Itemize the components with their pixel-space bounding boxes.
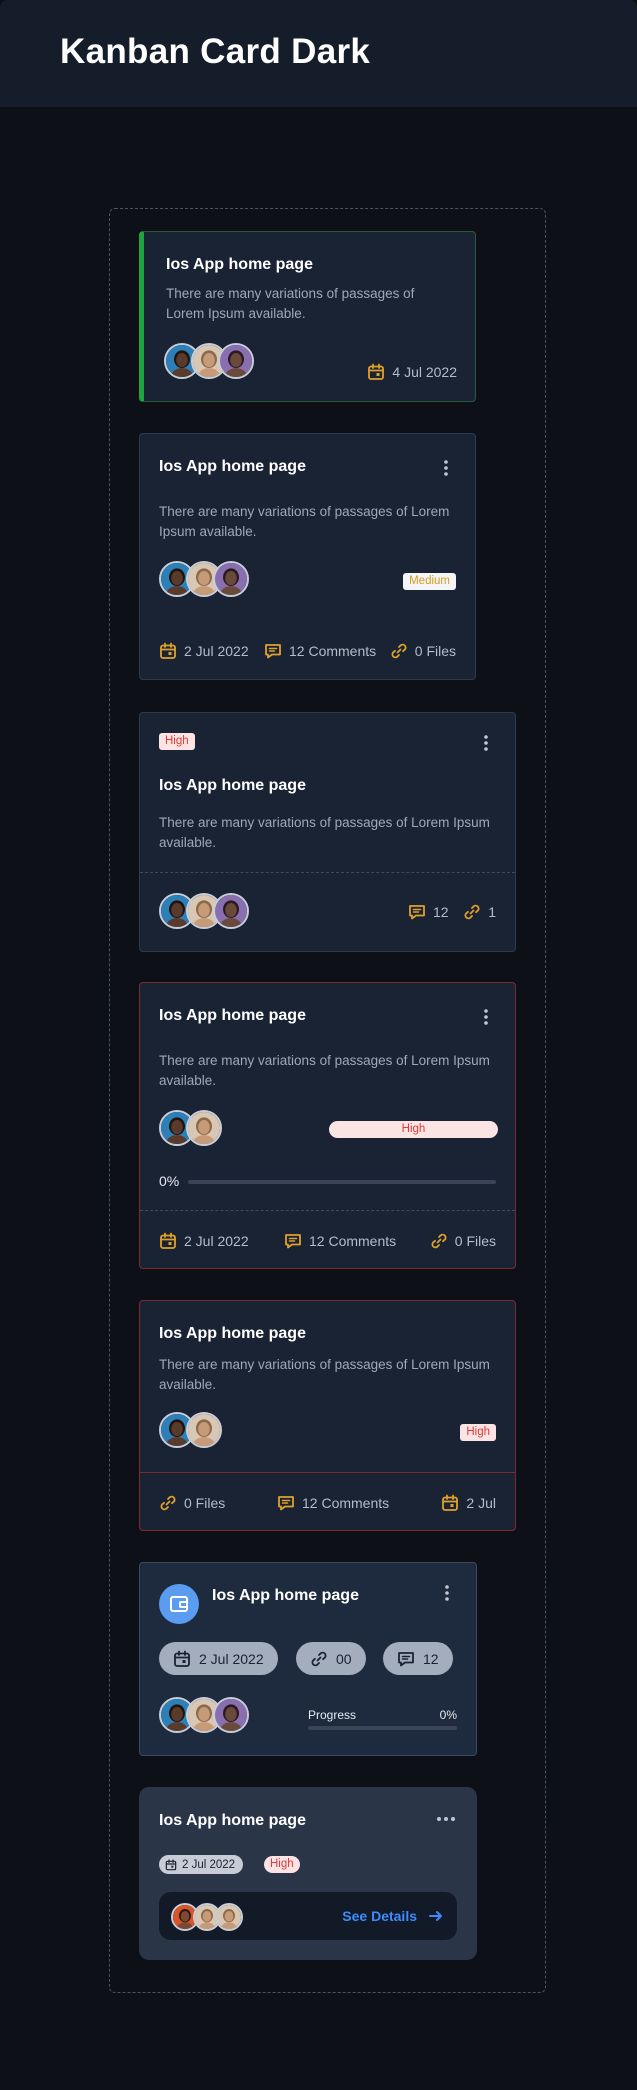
- link-icon: [159, 1494, 177, 1512]
- card-title: Ios App home page: [159, 1007, 306, 1024]
- avatar-group[interactable]: [159, 1412, 222, 1448]
- comment-icon: [277, 1494, 295, 1512]
- progress-label: 0%: [439, 1708, 457, 1722]
- due-date: 2 Jul 2022: [159, 642, 249, 660]
- avatar-group[interactable]: [171, 1903, 243, 1931]
- comments-pill[interactable]: 12: [383, 1642, 453, 1675]
- avatar: [186, 1110, 222, 1146]
- files-count[interactable]: 0 Files: [430, 1232, 496, 1250]
- progress-label: 0%: [159, 1173, 180, 1189]
- avatar: [213, 893, 249, 929]
- arrow-right-icon: [429, 1909, 443, 1923]
- comments-count[interactable]: 12: [408, 903, 449, 921]
- avatar: [215, 1903, 243, 1931]
- wallet-icon: [159, 1584, 199, 1624]
- priority-badge: High: [159, 733, 195, 750]
- links-pill[interactable]: 00: [296, 1642, 366, 1675]
- calendar-icon: [165, 1858, 177, 1871]
- kebab-menu-icon[interactable]: [437, 458, 455, 478]
- avatar: [213, 561, 249, 597]
- progress-title: Progress: [308, 1708, 357, 1722]
- kebab-menu-icon[interactable]: [477, 1007, 495, 1027]
- kanban-card-2[interactable]: Ios App home page There are many variati…: [139, 433, 476, 680]
- card-description: There are many variations of passages of…: [159, 1053, 490, 1088]
- progress-bar: [308, 1726, 457, 1730]
- date-pill[interactable]: 2 Jul 2022: [159, 1642, 278, 1675]
- card-title: Ios App home page: [159, 1812, 306, 1829]
- link-icon: [310, 1650, 328, 1668]
- kebab-menu-icon[interactable]: [477, 733, 495, 753]
- comment-icon: [397, 1650, 415, 1668]
- page-header: Kanban Card Dark: [0, 0, 637, 107]
- avatar: [218, 343, 254, 379]
- avatar: [186, 1412, 222, 1448]
- links-count[interactable]: 1: [463, 903, 496, 921]
- kanban-card-4[interactable]: Ios App home page There are many variati…: [139, 982, 516, 1269]
- kanban-card-1[interactable]: Ios App home page There are many variati…: [139, 231, 476, 402]
- kanban-card-3[interactable]: High Ios App home page There are many va…: [139, 712, 516, 952]
- avatar: [213, 1697, 249, 1733]
- kebab-menu-icon[interactable]: [438, 1583, 456, 1603]
- divider: [140, 1210, 515, 1211]
- card-title: Ios App home page: [212, 1587, 359, 1604]
- divider: [140, 872, 515, 873]
- card-title: Ios App home page: [159, 1325, 306, 1342]
- date-chip: 2 Jul 2022: [159, 1855, 244, 1874]
- comments-count[interactable]: 12 Comments: [277, 1494, 389, 1512]
- avatar-group[interactable]: [159, 1697, 249, 1733]
- comment-icon: [284, 1232, 302, 1250]
- avatar-group[interactable]: [159, 561, 249, 597]
- link-icon: [463, 903, 481, 921]
- link-icon: [430, 1232, 448, 1250]
- kanban-card-6[interactable]: Ios App home page 2 Jul 2022 00 12 Progr…: [139, 1562, 477, 1756]
- link-icon: [390, 642, 408, 660]
- calendar-icon: [159, 642, 177, 660]
- card-footer: See Details: [159, 1892, 457, 1940]
- due-date: 2 Jul 2022: [159, 1232, 249, 1250]
- avatar-group[interactable]: [164, 343, 254, 379]
- comments-count[interactable]: 12 Comments: [284, 1232, 396, 1250]
- comment-icon: [408, 903, 426, 921]
- files-count[interactable]: 0 Files: [159, 1494, 225, 1512]
- priority-badge: High: [329, 1121, 498, 1138]
- priority-badge: Medium: [403, 573, 456, 590]
- due-date: 4 Jul 2022: [367, 363, 457, 381]
- avatar-group[interactable]: [159, 1110, 222, 1146]
- comment-icon: [264, 642, 282, 660]
- card-description: There are many variations of passages of…: [159, 1357, 490, 1392]
- calendar-icon: [159, 1232, 177, 1250]
- see-details-link[interactable]: See Details: [342, 1908, 443, 1924]
- avatar-group[interactable]: [159, 893, 249, 929]
- card-title: Ios App home page: [166, 256, 313, 273]
- divider: [140, 1472, 515, 1473]
- page-title: Kanban Card Dark: [60, 32, 371, 71]
- kanban-card-5[interactable]: Ios App home page There are many variati…: [139, 1300, 516, 1531]
- card-title: Ios App home page: [159, 458, 306, 475]
- files-count[interactable]: 0 Files: [390, 642, 456, 660]
- more-horizontal-icon[interactable]: [436, 1812, 456, 1824]
- card-description: There are many variations of passages of…: [159, 815, 490, 850]
- priority-badge: High: [460, 1424, 496, 1441]
- due-date: 2 Jul: [441, 1494, 496, 1512]
- comments-count[interactable]: 12 Comments: [264, 642, 376, 660]
- card-title: Ios App home page: [159, 777, 306, 794]
- kanban-card-7[interactable]: Ios App home page 2 Jul 2022 High See De…: [139, 1787, 477, 1960]
- calendar-icon: [173, 1650, 191, 1668]
- calendar-icon: [367, 363, 385, 381]
- progress-bar: [188, 1180, 496, 1184]
- calendar-icon: [441, 1494, 459, 1512]
- card-description: There are many variations of passages of…: [159, 504, 450, 539]
- card-description: There are many variations of passages of…: [166, 286, 415, 321]
- priority-badge: High: [264, 1856, 300, 1873]
